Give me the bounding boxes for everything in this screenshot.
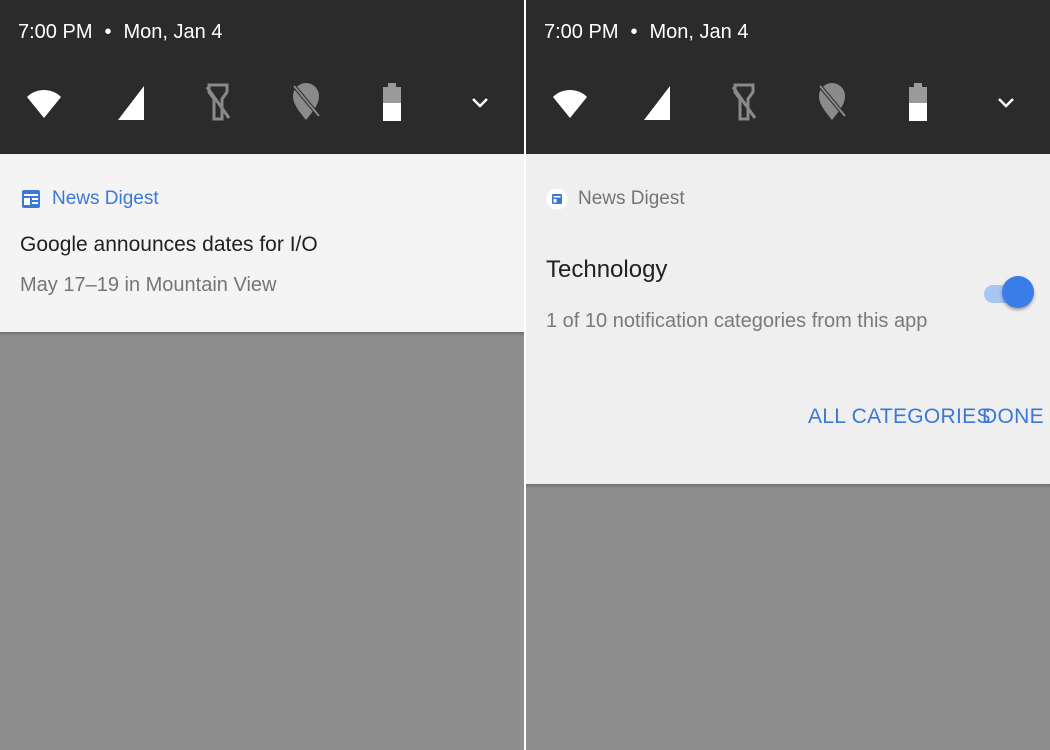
location-off-icon: [818, 83, 847, 120]
category-toggle[interactable]: [984, 276, 1034, 312]
cell-signal-icon: [118, 86, 144, 120]
notification-app-row: News Digest: [20, 188, 159, 210]
status-date: Mon, Jan 4: [649, 21, 749, 43]
quick-settings-header: 7:00 PM • Mon, Jan 4: [526, 0, 1050, 154]
cell-signal-icon: [644, 86, 670, 120]
location-tile[interactable]: [280, 76, 332, 128]
status-separator: •: [630, 21, 638, 43]
news-app-icon: [546, 188, 568, 210]
flashlight-tile[interactable]: [718, 76, 770, 128]
wifi-tile[interactable]: [544, 76, 596, 128]
battery-icon: [383, 83, 401, 121]
wifi-icon: [553, 89, 587, 118]
card-shadow: [0, 332, 524, 336]
notification-title: Google announces dates for I/O: [20, 233, 318, 256]
chevron-down-icon: [998, 98, 1014, 108]
wifi-tile[interactable]: [18, 76, 70, 128]
cell-signal-tile[interactable]: [106, 76, 158, 128]
battery-tile[interactable]: [366, 76, 418, 128]
status-line: 7:00 PM • Mon, Jan 4: [544, 20, 748, 44]
notification-shade-left: 7:00 PM • Mon, Jan 4 News Digest Google …: [0, 0, 524, 750]
flashlight-tile[interactable]: [192, 76, 244, 128]
expand-tile[interactable]: [454, 76, 506, 128]
battery-icon: [909, 83, 927, 121]
category-title: Technology: [546, 256, 668, 283]
wifi-icon: [27, 89, 61, 118]
card-shadow: [526, 484, 1050, 488]
status-time: 7:00 PM: [544, 21, 619, 43]
news-app-icon: [20, 188, 42, 210]
all-categories-button[interactable]: ALL CATEGORIES: [808, 404, 991, 430]
quick-settings-header: 7:00 PM • Mon, Jan 4: [0, 0, 524, 154]
status-time: 7:00 PM: [18, 21, 93, 43]
location-tile[interactable]: [806, 76, 858, 128]
expand-tile[interactable]: [980, 76, 1032, 128]
flashlight-off-icon: [205, 83, 231, 121]
settings-app-row: News Digest: [546, 188, 685, 210]
chevron-down-icon: [472, 98, 488, 108]
status-date: Mon, Jan 4: [123, 21, 223, 43]
toggle-thumb: [1002, 276, 1034, 308]
notification-app-name: News Digest: [52, 188, 159, 209]
quick-settings-tiles: [0, 76, 524, 128]
flashlight-off-icon: [731, 83, 757, 121]
battery-tile[interactable]: [892, 76, 944, 128]
status-line: 7:00 PM • Mon, Jan 4: [18, 20, 222, 44]
cell-signal-tile[interactable]: [632, 76, 684, 128]
notification-text: May 17–19 in Mountain View: [20, 274, 277, 296]
done-button[interactable]: DONE: [982, 404, 1044, 430]
quick-settings-tiles: [526, 76, 1050, 128]
notification-settings-card: News Digest Technology 1 of 10 notificat…: [526, 154, 1050, 484]
notification-shade-right: 7:00 PM • Mon, Jan 4 News Digest Technol…: [526, 0, 1050, 750]
location-off-icon: [292, 83, 321, 120]
category-description: 1 of 10 notification categories from thi…: [546, 310, 928, 332]
notification-card[interactable]: News Digest Google announces dates for I…: [0, 154, 524, 332]
status-separator: •: [104, 21, 112, 43]
settings-app-name: News Digest: [578, 188, 685, 209]
